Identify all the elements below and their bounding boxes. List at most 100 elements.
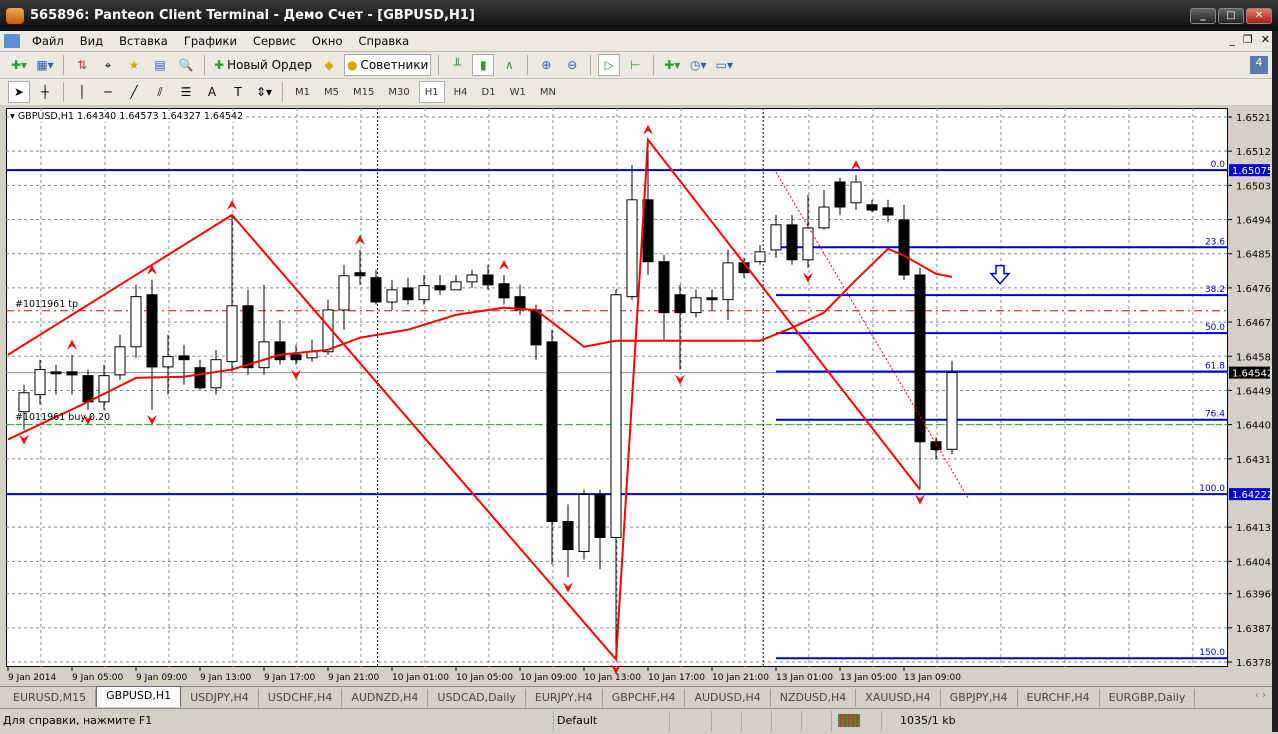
swing-low-arrow-icon: [291, 369, 301, 380]
fib-level-label: 38.2: [1205, 285, 1225, 295]
price-tag-label: 1.64222: [1232, 490, 1273, 501]
menu-insert[interactable]: Вставка: [111, 34, 176, 48]
time-tick-label: 13 Jan 05:00: [840, 673, 897, 683]
menu-tools[interactable]: Сервис: [245, 34, 304, 48]
candle: [786, 224, 798, 261]
navigator-icon[interactable]: ★: [123, 54, 145, 76]
price-chart[interactable]: 1.652151.651251.650351.649451.648551.647…: [0, 106, 1278, 686]
chart-menu-icon[interactable]: ▾: [10, 111, 15, 122]
mdi-restore-button[interactable]: ❐: [1243, 33, 1253, 46]
timeframe-w1[interactable]: W1: [505, 87, 531, 98]
candle: [450, 281, 462, 291]
swing-low-arrow-icon: [19, 434, 29, 445]
candle: [802, 227, 814, 261]
fibonacci-icon[interactable]: ☰: [175, 81, 197, 103]
chart-tab[interactable]: USDCAD,Daily: [428, 689, 526, 707]
chart-tab[interactable]: GBPJPY,H4: [941, 689, 1018, 707]
candle: [594, 494, 606, 538]
autoscroll-icon[interactable]: ▷: [598, 54, 621, 76]
text-label-icon[interactable]: T: [227, 81, 249, 103]
candle: [834, 181, 846, 208]
swing-high-arrow-icon: [499, 259, 509, 270]
candle: [34, 369, 46, 396]
swing-high-arrow-icon: [355, 234, 365, 245]
horizontal-line-icon[interactable]: ─: [97, 81, 119, 103]
line-chart-icon[interactable]: ∧: [498, 54, 520, 76]
chart-tab[interactable]: GBPUSD,H1: [96, 686, 182, 707]
chart-tab[interactable]: USDJPY,H4: [181, 689, 259, 707]
candle: [386, 289, 398, 303]
tabs-scroll[interactable]: ‹ ›: [1255, 690, 1266, 701]
candle: [610, 294, 622, 538]
price-tag-label: 1.65075: [1232, 166, 1273, 177]
mdi-minimize-button[interactable]: _: [1229, 33, 1235, 46]
price-tag-label: 1.64542: [1232, 369, 1273, 380]
chart-tab[interactable]: NZDUSD,H4: [771, 689, 857, 707]
data-window-icon[interactable]: ⌖: [97, 54, 119, 76]
timeframe-m1[interactable]: M1: [290, 87, 315, 98]
chart-tab[interactable]: AUDUSD,H4: [685, 689, 771, 707]
fib-level-label: 76.4: [1205, 410, 1225, 420]
timeframe-m15[interactable]: M15: [348, 87, 379, 98]
maximize-button[interactable]: □: [1218, 8, 1244, 24]
chart-tab[interactable]: EURJPY,H4: [526, 689, 603, 707]
chart-tab[interactable]: EURCHF,H4: [1018, 689, 1100, 707]
menu-file[interactable]: Файл: [24, 34, 72, 48]
trendline-icon[interactable]: ╱: [123, 81, 145, 103]
candle-chart-icon[interactable]: ▮: [472, 54, 495, 76]
candle: [898, 219, 910, 276]
arrows-icon[interactable]: ⇕▾: [253, 81, 275, 103]
candle: [706, 297, 718, 301]
equidistant-channel-icon[interactable]: ⫽: [149, 81, 171, 103]
timeframe-d1[interactable]: D1: [477, 87, 501, 98]
timeframe-h1[interactable]: H1: [418, 81, 445, 103]
time-tick-label: 10 Jan 13:00: [584, 673, 641, 683]
menu-window[interactable]: Окно: [304, 34, 351, 48]
mdi-close-button[interactable]: ✕: [1261, 33, 1270, 46]
minimize-button[interactable]: _: [1190, 8, 1216, 24]
vertical-line-icon[interactable]: │: [71, 81, 93, 103]
close-button[interactable]: ✕: [1246, 8, 1272, 24]
chart-tab[interactable]: GBPCHF,H4: [603, 689, 686, 707]
tester-icon[interactable]: 🔍: [175, 54, 197, 76]
candle: [162, 356, 174, 368]
profiles-icon[interactable]: ▦▾: [34, 54, 56, 76]
tp-order-label: #1011961 tp: [15, 299, 79, 310]
timeframe-h4[interactable]: H4: [449, 87, 473, 98]
chart-shift-icon[interactable]: ⊢: [624, 54, 646, 76]
periods-icon[interactable]: ◷▾: [687, 54, 709, 76]
zoom-out-icon[interactable]: ⊖: [561, 54, 583, 76]
chart-tab[interactable]: XAUUSD,H4: [856, 689, 941, 707]
terminal-icon[interactable]: ▤: [149, 54, 171, 76]
templates-icon[interactable]: ▭▾: [713, 54, 735, 76]
chart-tab[interactable]: EURGBP,Daily: [1100, 689, 1196, 707]
new-order-button[interactable]: ✚ Новый Ордер: [212, 54, 314, 76]
bar-chart-icon[interactable]: ╨: [446, 54, 468, 76]
new-chart-icon[interactable]: ✚▾: [8, 54, 30, 76]
menu-help[interactable]: Справка: [350, 34, 417, 48]
timeframe-m5[interactable]: M5: [319, 87, 344, 98]
cursor-icon[interactable]: ➤: [8, 81, 30, 103]
timeframe-mn[interactable]: MN: [535, 87, 561, 98]
indicators-icon[interactable]: ✚▾: [661, 54, 683, 76]
crosshair-icon[interactable]: ┼: [34, 81, 56, 103]
menu-view[interactable]: Вид: [72, 34, 111, 48]
swing-high-arrow-icon: [643, 124, 653, 135]
fib-level-label: 100.0: [1199, 484, 1225, 494]
zoom-in-icon[interactable]: ⊕: [535, 54, 557, 76]
chart-window-icon[interactable]: [4, 34, 20, 48]
menu-charts[interactable]: Графики: [176, 34, 245, 48]
chart-tab[interactable]: USDCHF,H4: [259, 689, 343, 707]
time-tick-label: 9 Jan 2014: [8, 673, 56, 683]
experts-button[interactable]: ● Советники: [343, 54, 432, 76]
notifications-icon[interactable]: 4: [1250, 56, 1268, 74]
chart-tab[interactable]: AUDNZD,H4: [342, 689, 429, 707]
market-watch-icon[interactable]: ⇅: [71, 54, 93, 76]
candle: [882, 207, 894, 216]
alert-icon[interactable]: ◆: [318, 54, 340, 76]
swing-high-arrow-icon: [227, 199, 237, 210]
chart-tab[interactable]: EURUSD,M15: [4, 689, 97, 707]
text-icon[interactable]: A: [201, 81, 223, 103]
timeframe-m30[interactable]: M30: [383, 87, 414, 98]
candle: [18, 392, 30, 413]
